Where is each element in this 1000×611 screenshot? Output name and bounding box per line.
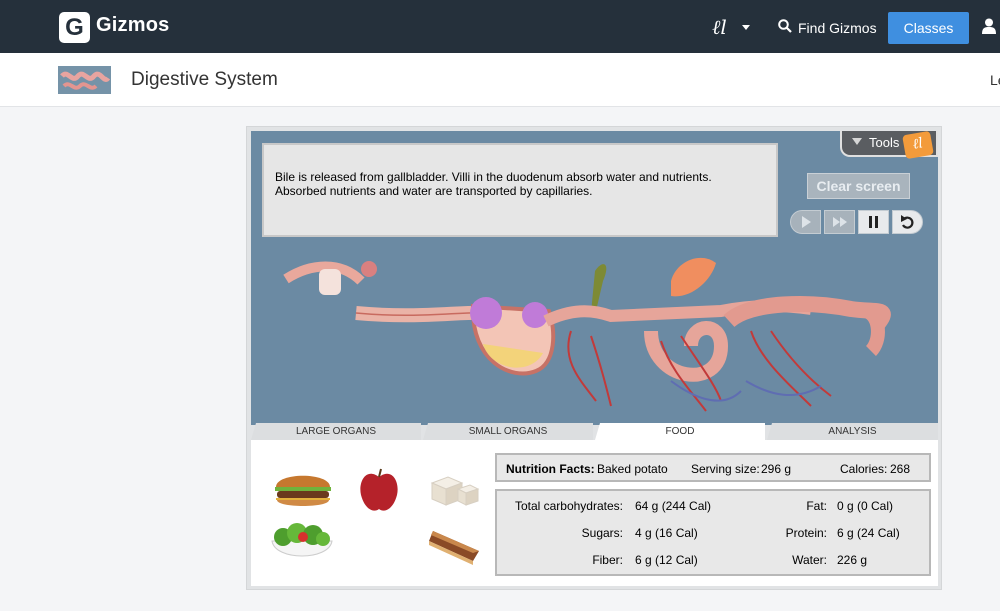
reset-icon (901, 215, 914, 229)
tools-menu[interactable]: Tools ℓl (840, 131, 938, 160)
nutrient-label: Fat: (806, 499, 827, 513)
pie-icon[interactable] (427, 523, 485, 565)
nutrient-value: 64 g (244 Cal) (635, 499, 712, 513)
el-menu-dropdown[interactable]: ℓl (712, 15, 754, 39)
chevron-down-icon (742, 25, 750, 30)
nutrient-label: Water: (792, 553, 827, 567)
pause-icon (869, 216, 878, 228)
reset-button[interactable] (892, 210, 923, 234)
salad-icon[interactable] (267, 517, 337, 565)
tab-small-organs[interactable]: SMALL ORGANS (423, 423, 593, 440)
nutrient-value: 4 g (16 Cal) (635, 526, 698, 540)
header-link-cut[interactable]: Le (990, 72, 1000, 88)
nutrient-value: 6 g (24 Cal) (837, 526, 900, 540)
nutrient-value: 6 g (12 Cal) (635, 553, 698, 567)
user-icon[interactable] (982, 18, 996, 34)
serving-size-label: Serving size: (691, 462, 760, 476)
hamburger-icon[interactable] (273, 470, 333, 510)
tab-large-organs[interactable]: LARGE ORGANS (251, 423, 421, 440)
gizmos-logo[interactable]: G (59, 12, 90, 43)
tofu-icon[interactable] (428, 471, 480, 511)
classes-button[interactable]: Classes (888, 12, 969, 44)
find-gizmos-label: Find Gizmos (798, 20, 877, 36)
play-button[interactable] (790, 210, 821, 234)
calories-value: 268 (890, 462, 911, 476)
tab-analysis[interactable]: ANALYSIS (767, 423, 938, 440)
food-panel: Nutrition Facts: Baked potato Serving si… (251, 440, 938, 586)
nutrient-value: 226 g (837, 553, 868, 567)
message-text: Bile is released from gallbladder. Villi… (275, 170, 712, 198)
search-icon (778, 19, 792, 33)
pause-button[interactable] (858, 210, 889, 234)
nutrient-value: 0 g (0 Cal) (837, 499, 894, 513)
nutrient-label: Total carbohydrates: (514, 499, 623, 513)
fast-forward-icon (833, 217, 847, 227)
el-logo-icon: ℓl (712, 15, 727, 39)
nutrient-label: Sugars: (581, 526, 623, 540)
top-navbar: G Gizmos ℓl Find Gizmos Classes (0, 0, 1000, 53)
gizmo-frame: Bile is released from gallbladder. Villi… (246, 126, 942, 590)
apple-icon[interactable] (358, 467, 400, 513)
selected-food-name: Baked potato (597, 462, 668, 476)
tab-bar: LARGE ORGANS SMALL ORGANS FOOD ANALYSIS (251, 423, 938, 440)
clear-screen-button[interactable]: Clear screen (807, 173, 910, 199)
message-box: Bile is released from gallbladder. Villi… (262, 143, 778, 237)
brand-name[interactable]: Gizmos (96, 14, 169, 37)
gizmo-thumbnail (58, 66, 111, 94)
play-icon (802, 216, 811, 228)
nutrient-label: Fiber: (592, 553, 623, 567)
nutrition-facts-heading: Nutrition Facts: (506, 462, 595, 476)
tools-label: Tools (869, 135, 900, 150)
triangle-down-icon (852, 138, 862, 145)
nutrition-facts-table: Total carbohydrates: 64 g (244 Cal) Fat:… (495, 489, 931, 576)
nutrient-label: Protein: (785, 526, 827, 540)
page-title: Digestive System (131, 69, 278, 90)
serving-size-value: 296 g (761, 462, 792, 476)
fast-forward-button[interactable] (824, 210, 855, 234)
el-badge-icon: ℓl (902, 131, 934, 160)
simulation-area[interactable]: Bile is released from gallbladder. Villi… (251, 131, 938, 425)
nutrition-facts-header: Nutrition Facts: Baked potato Serving si… (495, 453, 931, 482)
tab-food[interactable]: FOOD (595, 423, 765, 440)
calories-label: Calories: (840, 462, 888, 476)
gizmo-title-bar: Digestive System Le (0, 53, 1000, 107)
